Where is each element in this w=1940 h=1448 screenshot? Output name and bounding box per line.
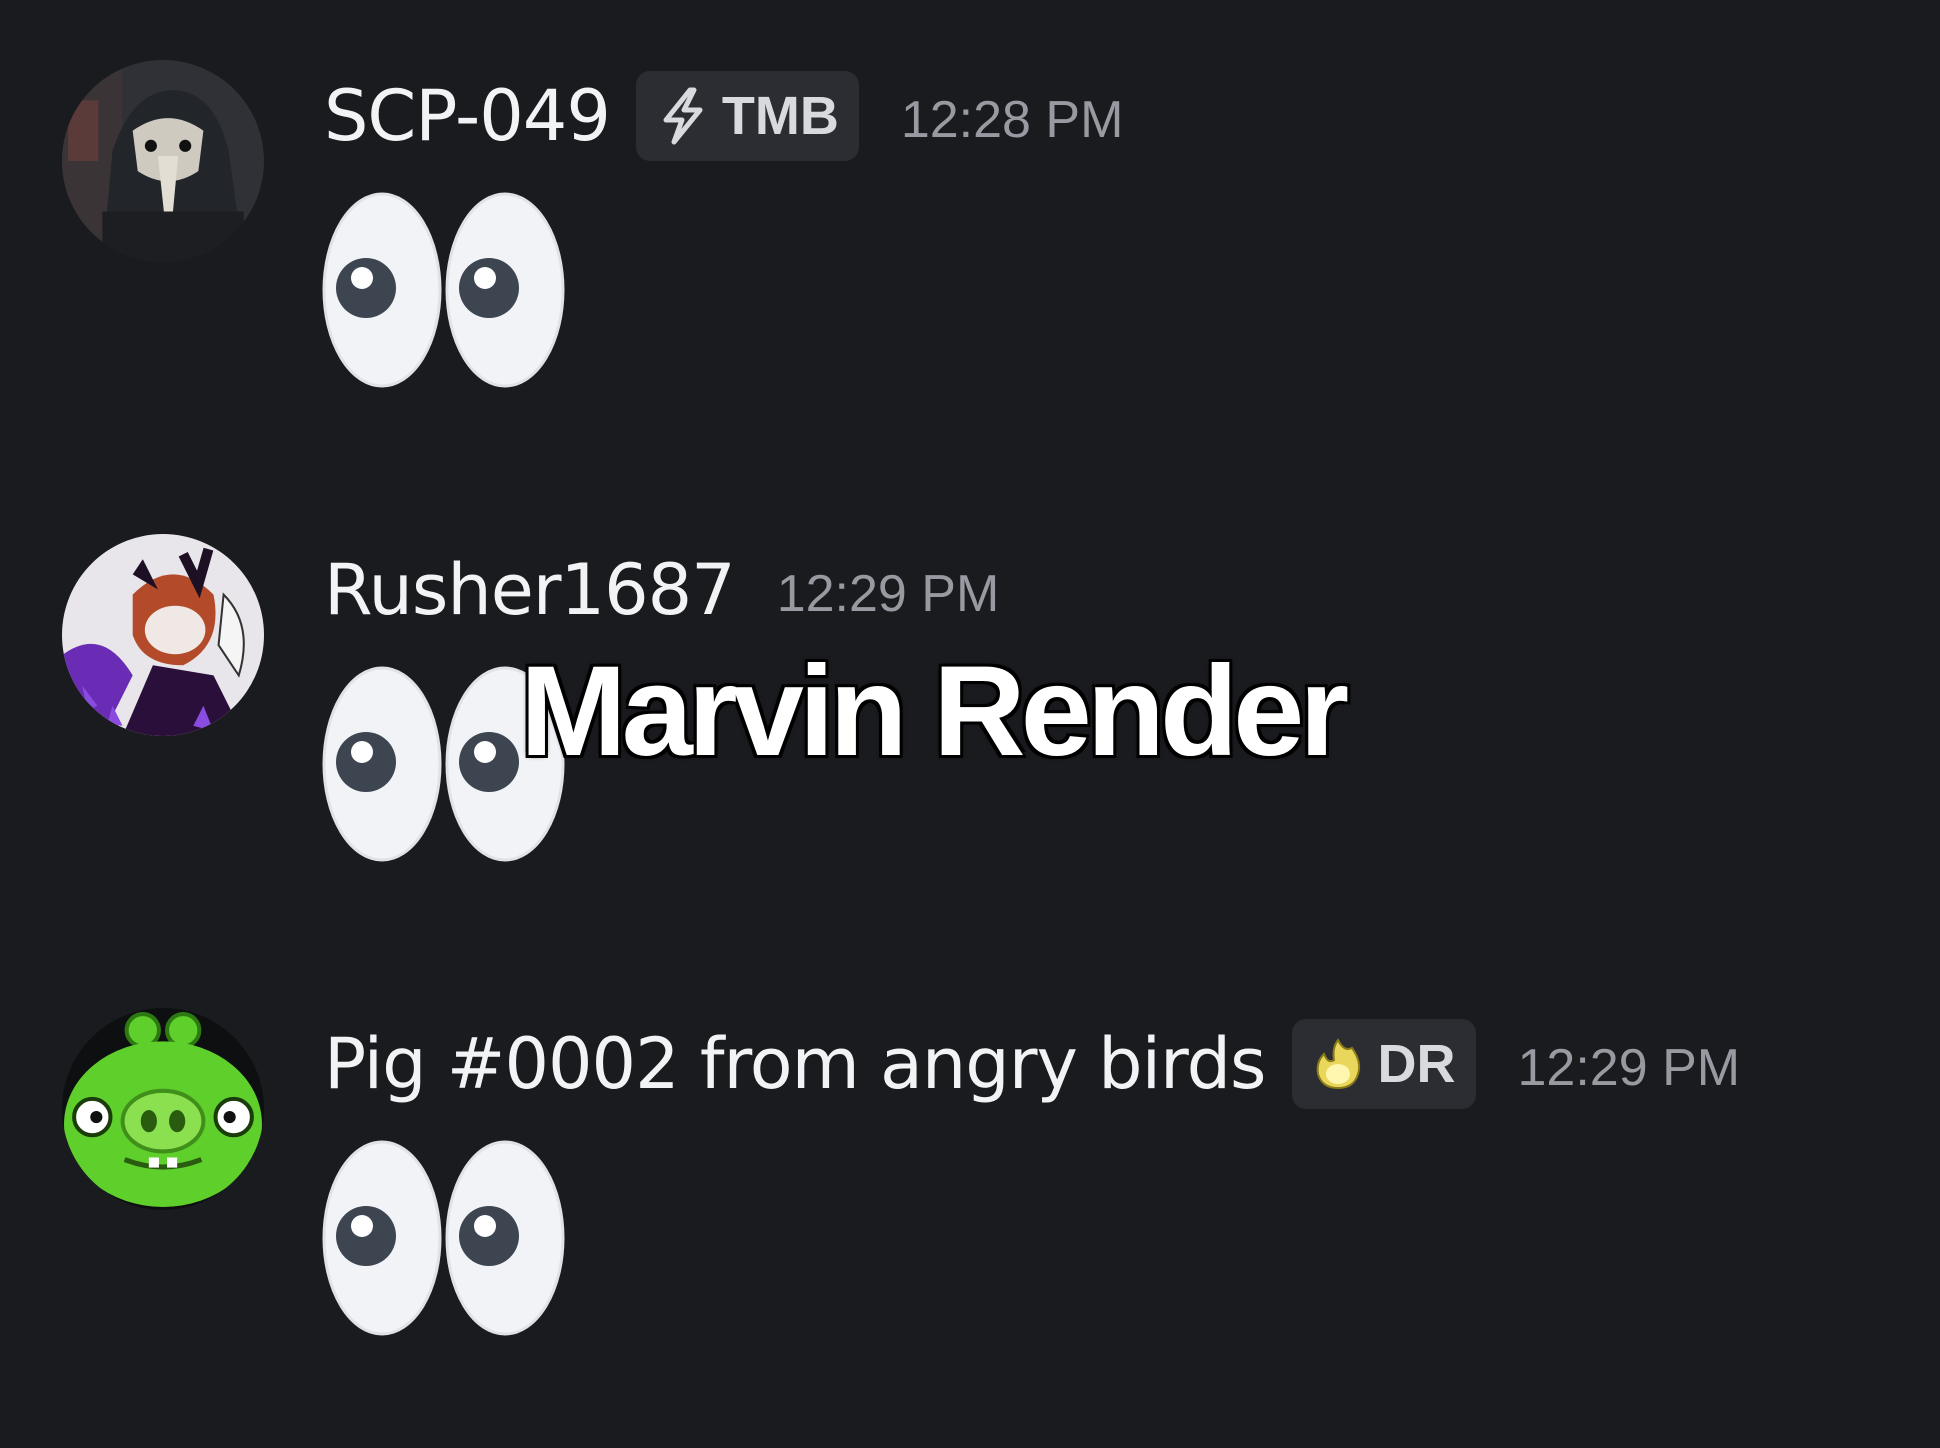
username[interactable]: Pig #0002 from angry birds	[324, 1016, 1266, 1112]
flame-icon	[1316, 1038, 1360, 1090]
timestamp[interactable]: 12:29 PM	[1518, 1012, 1741, 1116]
tag-label: TMB	[721, 86, 839, 146]
server-tag[interactable]: TMB	[635, 71, 859, 161]
message-content	[320, 1138, 570, 1338]
message: Pig #0002 from angry birds DR 12:29 PM	[0, 1008, 1940, 1408]
message-header: Pig #0002 from angry birds DR 12:29 PM	[324, 1016, 1740, 1112]
message-content	[320, 190, 570, 390]
eyes-emoji-icon	[322, 192, 565, 388]
username[interactable]: SCP-049	[324, 68, 611, 164]
message-header: Rusher1687 12:29 PM	[324, 542, 999, 638]
avatar[interactable]	[62, 534, 264, 736]
server-tag[interactable]: DR	[1291, 1019, 1476, 1109]
timestamp[interactable]: 12:28 PM	[901, 64, 1124, 168]
username[interactable]: Rusher1687	[324, 542, 736, 638]
plague-doctor-avatar-icon	[62, 60, 264, 262]
avatar[interactable]	[62, 1008, 264, 1210]
green-pig-avatar-icon	[62, 1008, 264, 1210]
avatar[interactable]	[62, 60, 264, 262]
tag-label: DR	[1377, 1034, 1456, 1094]
timestamp[interactable]: 12:29 PM	[777, 538, 1000, 642]
message-header: SCP-049 TMB 12:28 PM	[324, 68, 1123, 164]
purple-character-avatar-icon	[62, 534, 264, 736]
video-caption-overlay: Marvin Render	[518, 640, 1351, 783]
eyes-emoji-icon	[322, 1140, 565, 1336]
lightning-icon	[663, 87, 703, 145]
message: SCP-049 TMB 12:28 PM	[0, 60, 1940, 460]
